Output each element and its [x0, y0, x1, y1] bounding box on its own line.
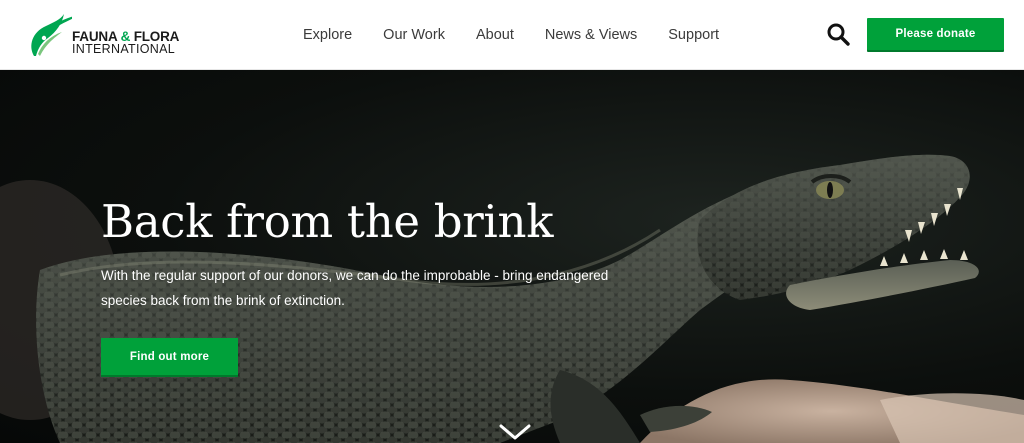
nav-explore[interactable]: Explore: [303, 26, 352, 44]
nav-support[interactable]: Support: [668, 26, 719, 44]
chevron-down-icon[interactable]: [498, 422, 532, 442]
search-icon[interactable]: [826, 22, 852, 48]
main-nav: Explore Our Work About News & Views Supp…: [303, 26, 750, 44]
crocodile-hero-image: [0, 154, 1024, 443]
nav-our-work[interactable]: Our Work: [383, 26, 445, 44]
logo-subtitle: INTERNATIONAL: [72, 42, 175, 56]
site-header: FAUNA & FLORA INTERNATIONAL Explore Our …: [0, 0, 1024, 70]
find-out-more-button[interactable]: Find out more: [101, 338, 238, 375]
nav-about[interactable]: About: [476, 26, 514, 44]
nav-news-views[interactable]: News & Views: [545, 26, 637, 44]
hero-banner: Back from the brink With the regular sup…: [0, 70, 1024, 443]
hero-description: With the regular support of our donors, …: [101, 268, 609, 308]
hero-title: Back from the brink: [101, 195, 554, 248]
site-logo[interactable]: FAUNA & FLORA INTERNATIONAL: [24, 10, 184, 60]
leaf-bird-logo-icon: [31, 14, 72, 56]
donate-button[interactable]: Please donate: [867, 18, 1004, 50]
